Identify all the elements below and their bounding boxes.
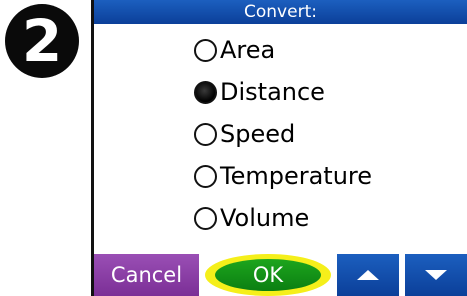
down-arrow-icon — [425, 270, 447, 280]
step-number-badge: 2 — [5, 4, 79, 78]
radio-unselected-icon[interactable] — [194, 206, 217, 230]
option-label: Speed — [220, 120, 296, 148]
option-speed[interactable]: Speed — [194, 116, 295, 152]
ok-highlight-ring: OK — [205, 254, 331, 296]
screen-title: Convert: — [94, 0, 467, 24]
cancel-button[interactable]: Cancel — [94, 254, 199, 296]
option-distance[interactable]: Distance — [194, 74, 325, 110]
radio-unselected-icon[interactable] — [194, 38, 217, 62]
option-temperature[interactable]: Temperature — [194, 158, 372, 194]
option-area[interactable]: Area — [194, 32, 275, 68]
option-label: Area — [220, 36, 276, 64]
option-label: Distance — [220, 78, 325, 106]
up-arrow-icon — [357, 270, 379, 280]
radio-unselected-icon[interactable] — [194, 122, 217, 146]
radio-unselected-icon[interactable] — [194, 164, 217, 188]
button-bar: Cancel OK — [94, 254, 467, 296]
option-volume[interactable]: Volume — [194, 200, 309, 236]
radio-selected-icon[interactable] — [194, 80, 217, 104]
option-label: Temperature — [220, 162, 373, 190]
ok-button[interactable]: OK — [215, 259, 321, 291]
scroll-down-button[interactable] — [405, 254, 467, 296]
scroll-up-button[interactable] — [337, 254, 399, 296]
device-screen: Convert: Area Distance Speed Temperature… — [91, 0, 467, 296]
option-label: Volume — [220, 204, 310, 232]
